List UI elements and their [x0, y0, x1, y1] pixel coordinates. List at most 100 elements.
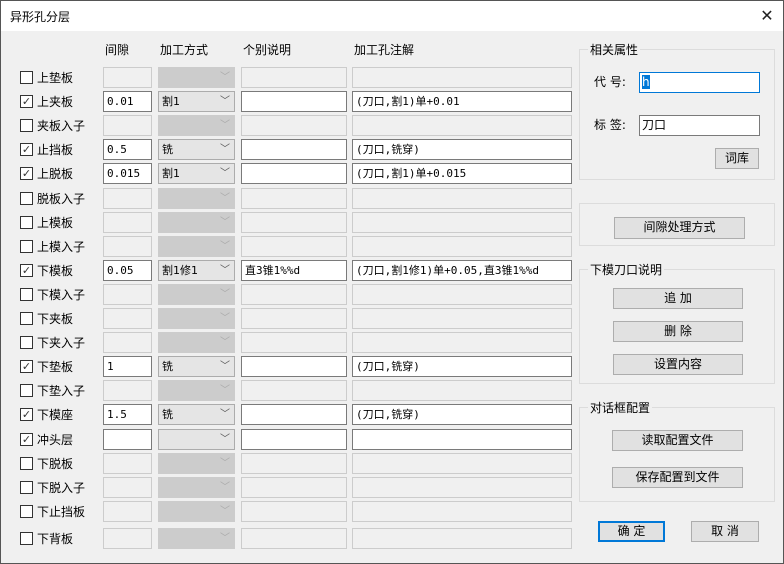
- delete-button[interactable]: 删 除: [613, 321, 743, 342]
- annotation-input[interactable]: (刀口,割1)单+0.01: [352, 91, 572, 113]
- note-input[interactable]: [241, 211, 347, 233]
- gap-mode-button[interactable]: 间隙处理方式: [614, 217, 745, 239]
- add-button[interactable]: 追 加: [613, 288, 743, 309]
- annotation-input[interactable]: (刀口,铣穿): [352, 356, 572, 378]
- method-select[interactable]: 铣 ﹀: [158, 404, 235, 426]
- note-input[interactable]: [241, 527, 347, 549]
- gap-input[interactable]: 0.5: [103, 139, 152, 161]
- method-select[interactable]: ﹀: [158, 380, 235, 402]
- set-content-button[interactable]: 设置内容: [613, 354, 743, 375]
- layer-checkbox[interactable]: ✓: [20, 360, 33, 374]
- gap-input[interactable]: [103, 283, 152, 305]
- read-config-button[interactable]: 读取配置文件: [612, 430, 743, 451]
- annotation-input[interactable]: [352, 235, 572, 257]
- layer-checkbox[interactable]: [20, 336, 33, 350]
- note-input[interactable]: 直3锥1%%d: [241, 259, 347, 281]
- layer-checkbox[interactable]: [20, 71, 33, 84]
- note-input[interactable]: [241, 235, 347, 257]
- layer-checkbox[interactable]: [20, 480, 33, 494]
- method-select[interactable]: ﹀: [158, 235, 235, 257]
- method-select[interactable]: ﹀: [158, 308, 235, 329]
- annotation-input[interactable]: (刀口,铣穿): [352, 139, 572, 161]
- note-input[interactable]: [241, 404, 347, 426]
- note-input[interactable]: [241, 356, 347, 378]
- layer-checkbox[interactable]: ✓: [20, 263, 33, 277]
- note-input[interactable]: [241, 67, 347, 88]
- layer-checkbox[interactable]: ✓: [20, 143, 33, 157]
- method-select[interactable]: ﹀: [158, 428, 235, 450]
- annotation-input[interactable]: [352, 527, 572, 549]
- gap-input[interactable]: [103, 332, 152, 354]
- annotation-input[interactable]: (刀口,割1)单+0.015: [352, 163, 572, 185]
- layer-checkbox[interactable]: [20, 531, 33, 545]
- annotation-input[interactable]: [352, 428, 572, 450]
- method-select[interactable]: ﹀: [158, 283, 235, 305]
- code-input[interactable]: h: [639, 72, 760, 93]
- cancel-button[interactable]: 取 消: [691, 521, 759, 542]
- method-select[interactable]: 铣 ﹀: [158, 139, 235, 161]
- gap-input[interactable]: [103, 428, 152, 450]
- method-select[interactable]: 割1 ﹀: [158, 91, 235, 113]
- gap-input[interactable]: [103, 115, 152, 137]
- lexicon-button[interactable]: 词库: [715, 148, 759, 169]
- note-input[interactable]: [241, 428, 347, 450]
- layer-checkbox[interactable]: [20, 504, 33, 518]
- annotation-input[interactable]: [352, 308, 572, 329]
- method-select[interactable]: ﹀: [158, 452, 235, 474]
- method-select[interactable]: ﹀: [158, 332, 235, 354]
- gap-input[interactable]: [103, 476, 152, 498]
- gap-input[interactable]: [103, 380, 152, 402]
- note-input[interactable]: [241, 163, 347, 185]
- annotation-input[interactable]: [352, 283, 572, 305]
- gap-input[interactable]: [103, 235, 152, 257]
- method-select[interactable]: ﹀: [158, 115, 235, 137]
- annotation-input[interactable]: [352, 115, 572, 137]
- method-select[interactable]: ﹀: [158, 67, 235, 88]
- close-icon[interactable]: ✕: [753, 4, 781, 28]
- method-select[interactable]: ﹀: [158, 187, 235, 209]
- annotation-input[interactable]: [352, 211, 572, 233]
- note-input[interactable]: [241, 500, 347, 522]
- note-input[interactable]: [241, 91, 347, 113]
- gap-input[interactable]: [103, 67, 152, 88]
- layer-checkbox[interactable]: ✓: [20, 95, 33, 109]
- note-input[interactable]: [241, 476, 347, 498]
- gap-input[interactable]: 1.5: [103, 404, 152, 426]
- layer-checkbox[interactable]: [20, 239, 33, 253]
- annotation-input[interactable]: [352, 452, 572, 474]
- note-input[interactable]: [241, 187, 347, 209]
- layer-checkbox[interactable]: ✓: [20, 167, 33, 181]
- note-input[interactable]: [241, 283, 347, 305]
- annotation-input[interactable]: [352, 187, 572, 209]
- layer-checkbox[interactable]: ✓: [20, 408, 33, 422]
- layer-checkbox[interactable]: [20, 215, 33, 229]
- layer-checkbox[interactable]: [20, 119, 33, 133]
- method-select[interactable]: ﹀: [158, 527, 235, 549]
- method-select[interactable]: 割1 ﹀: [158, 163, 235, 185]
- method-select[interactable]: ﹀: [158, 211, 235, 233]
- gap-input[interactable]: 0.05: [103, 259, 152, 281]
- save-config-button[interactable]: 保存配置到文件: [612, 467, 743, 488]
- gap-input[interactable]: [103, 452, 152, 474]
- annotation-input[interactable]: (刀口,铣穿): [352, 404, 572, 426]
- note-input[interactable]: [241, 452, 347, 474]
- method-select[interactable]: ﹀: [158, 476, 235, 498]
- annotation-input[interactable]: [352, 476, 572, 498]
- note-input[interactable]: [241, 139, 347, 161]
- layer-checkbox[interactable]: [20, 312, 33, 325]
- annotation-input[interactable]: [352, 67, 572, 88]
- layer-checkbox[interactable]: ✓: [20, 432, 33, 446]
- annotation-input[interactable]: [352, 380, 572, 402]
- note-input[interactable]: [241, 380, 347, 402]
- method-select[interactable]: 铣 ﹀: [158, 356, 235, 378]
- ok-button[interactable]: 确 定: [598, 521, 665, 542]
- gap-input[interactable]: [103, 211, 152, 233]
- note-input[interactable]: [241, 332, 347, 354]
- gap-input[interactable]: [103, 527, 152, 549]
- gap-input[interactable]: [103, 308, 152, 329]
- tag-input[interactable]: 刀口: [639, 115, 760, 136]
- gap-input[interactable]: 0.015: [103, 163, 152, 185]
- annotation-input[interactable]: [352, 500, 572, 522]
- method-select[interactable]: ﹀: [158, 500, 235, 522]
- method-select[interactable]: 割1修1 ﹀: [158, 259, 235, 281]
